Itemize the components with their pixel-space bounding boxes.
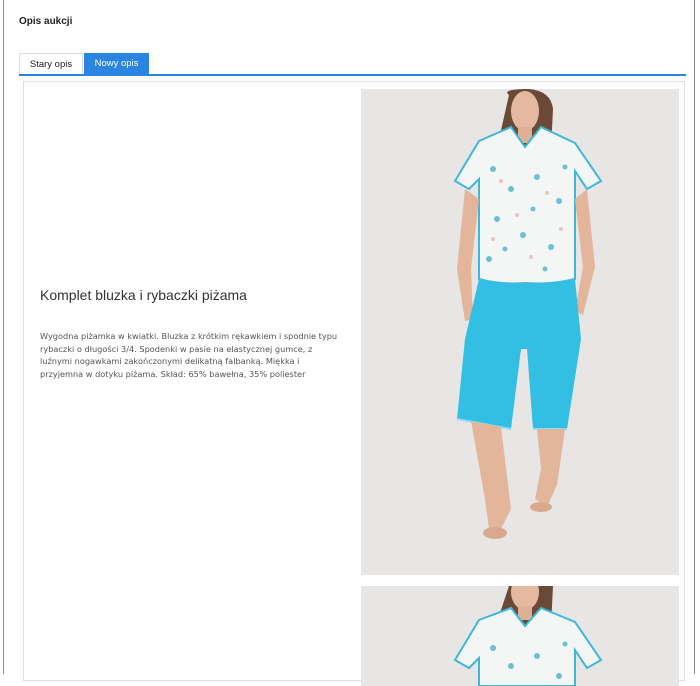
product-photo-main [361,89,679,575]
product-photo-secondary [361,586,679,686]
tab-old-description[interactable]: Stary opis [19,53,83,74]
product-description: Wygodna piżamka w kwiatki. Bluzka z krót… [40,331,338,379]
description-tabs: Stary opis Nowy opis [19,53,686,76]
tab-new-description[interactable]: Nowy opis [84,53,149,74]
window-frame: Opis aukcji Stary opis Nowy opis Komplet… [3,0,695,686]
description-content: Komplet bluzka i rybaczki piżama Wygodna… [23,81,685,686]
section-title: Opis aukcji [19,16,73,27]
product-title: Komplet bluzka i rybaczki piżama [40,287,247,303]
